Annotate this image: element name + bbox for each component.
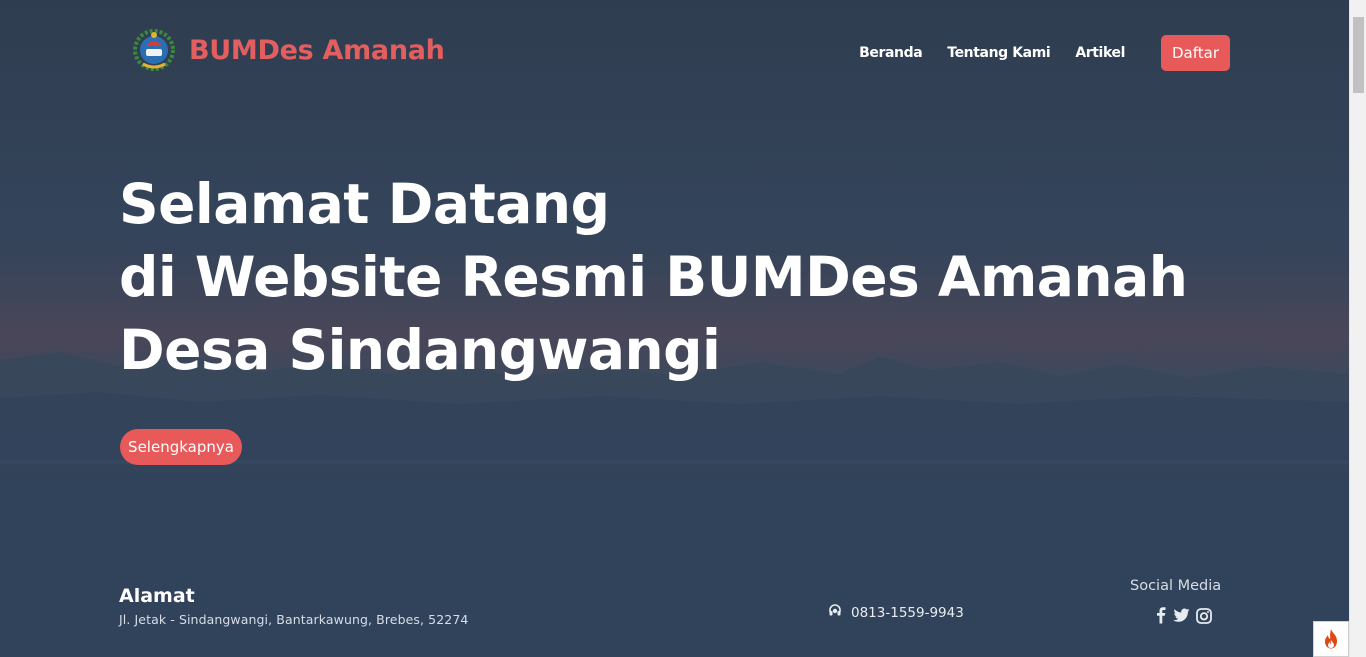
headset-icon xyxy=(828,604,842,622)
twitter-icon[interactable] xyxy=(1173,608,1190,623)
read-more-button[interactable]: Selengkapnya xyxy=(120,429,242,465)
hero-title-line-2: di Website Resmi BUMDes Amanah xyxy=(119,245,1188,309)
hero-title: Selamat Datang di Website Resmi BUMDes A… xyxy=(119,168,1188,387)
brand[interactable]: BUMDes Amanah xyxy=(131,25,445,77)
hero-title-line-3: Desa Sindangwangi xyxy=(119,318,721,382)
debug-toolbar-flame-icon[interactable] xyxy=(1313,621,1349,657)
instagram-icon[interactable] xyxy=(1196,607,1212,624)
hero-title-line-1: Selamat Datang xyxy=(119,172,610,236)
register-button[interactable]: Daftar xyxy=(1161,35,1230,71)
scrollbar-thumb[interactable] xyxy=(1353,17,1364,93)
nav-item-artikel[interactable]: Artikel xyxy=(1075,35,1125,71)
nav-item-beranda[interactable]: Beranda xyxy=(859,35,923,71)
nav-item-tentang-kami[interactable]: Tentang Kami xyxy=(947,35,1050,71)
social-icons xyxy=(1155,607,1212,624)
phone-contact: 0813-1559-9943 xyxy=(828,604,964,622)
social-media-title: Social Media xyxy=(1130,578,1222,594)
navbar: BUMDes Amanah Beranda Tentang Kami Artik… xyxy=(0,0,1349,104)
address-text: Jl. Jetak - Sindangwangi, Bantarkawung, … xyxy=(119,612,469,627)
address-title: Alamat xyxy=(119,585,195,607)
vertical-scrollbar[interactable] xyxy=(1349,0,1366,657)
main-nav: Beranda Tentang Kami Artikel Daftar xyxy=(834,35,1230,71)
phone-number: 0813-1559-9943 xyxy=(851,605,964,621)
brand-name: BUMDes Amanah xyxy=(189,35,445,66)
bumdes-emblem-icon xyxy=(131,26,177,76)
facebook-icon[interactable] xyxy=(1155,607,1167,624)
